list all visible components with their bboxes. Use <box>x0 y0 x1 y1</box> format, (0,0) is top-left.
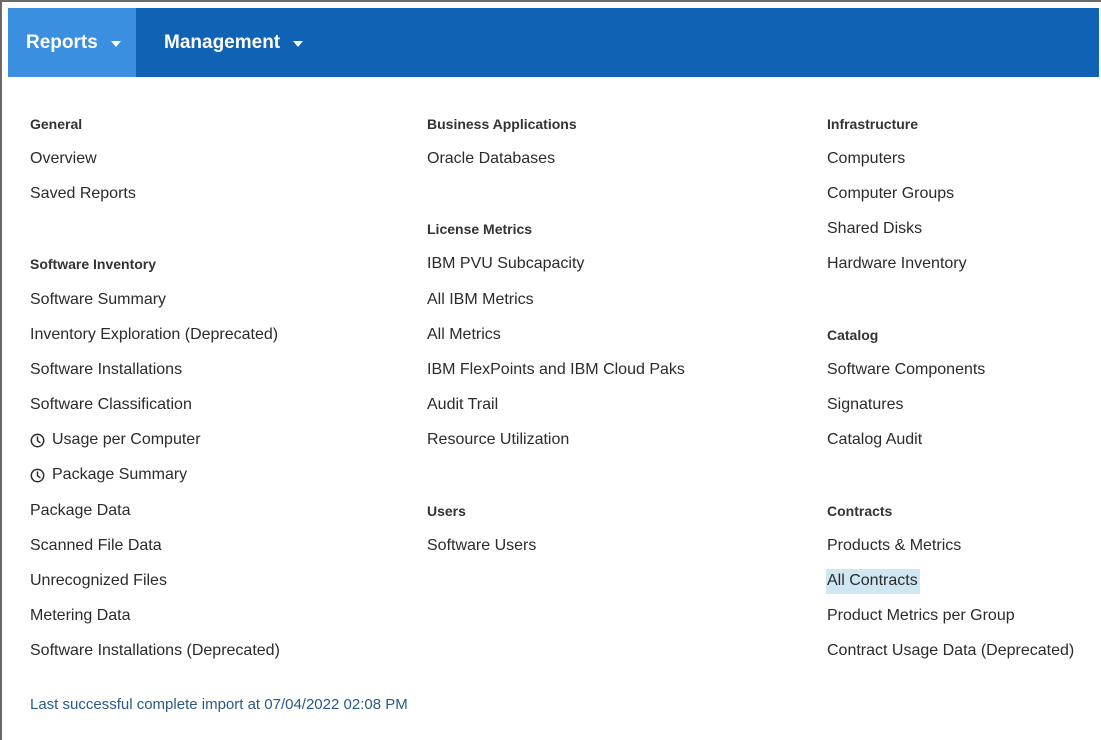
menu-item-usage-per-computer[interactable]: Usage per Computer <box>30 423 280 458</box>
menu-item-metering-data[interactable]: Metering Data <box>30 599 280 634</box>
menu-item-all-ibm-metrics[interactable]: All IBM Metrics <box>427 282 685 317</box>
menu-item-all-contracts[interactable]: All Contracts <box>826 563 1074 598</box>
section-heading-users: Users <box>427 502 466 519</box>
menu-item-label: All Contracts <box>826 568 920 594</box>
management-menu-label: Management <box>164 31 281 53</box>
section-heading-catalog: Catalog <box>827 326 879 343</box>
reports-menu-label: Reports <box>26 31 98 53</box>
menu-item-software-classification[interactable]: Software Classification <box>30 388 280 423</box>
caret-down-icon <box>293 40 304 47</box>
menu-item-resource-utilization[interactable]: Resource Utilization <box>427 423 685 458</box>
menu-item-all-metrics[interactable]: All Metrics <box>427 317 685 352</box>
menu-item-software-summary[interactable]: Software Summary <box>30 282 280 317</box>
clock-icon <box>30 433 45 448</box>
menu-item-audit-trail[interactable]: Audit Trail <box>427 388 685 423</box>
reports-column-1: General Overview Saved Reports Software … <box>30 106 280 669</box>
import-status-text: Last successful complete import at 07/04… <box>30 696 408 713</box>
menu-item-oracle-databases[interactable]: Oracle Databases <box>427 141 685 176</box>
section-heading-general: General <box>30 115 83 132</box>
menu-item-overview[interactable]: Overview <box>30 141 280 176</box>
menu-item-catalog-audit[interactable]: Catalog Audit <box>827 423 1074 458</box>
reports-menu-tab[interactable]: Reports <box>8 8 136 77</box>
menu-item-saved-reports[interactable]: Saved Reports <box>30 176 280 211</box>
menu-item-shared-disks[interactable]: Shared Disks <box>827 212 1074 247</box>
menu-item-ibm-flexpoints[interactable]: IBM FlexPoints and IBM Cloud Paks <box>427 352 685 387</box>
menu-item-computers[interactable]: Computers <box>827 141 1074 176</box>
menu-item-signatures[interactable]: Signatures <box>827 388 1074 423</box>
menu-item-label: Usage per Computer <box>52 431 201 449</box>
section-heading-business-applications: Business Applications <box>427 115 577 132</box>
section-heading-infrastructure: Infrastructure <box>827 115 919 132</box>
menu-item-computer-groups[interactable]: Computer Groups <box>827 176 1074 211</box>
menu-item-inventory-exploration[interactable]: Inventory Exploration (Deprecated) <box>30 317 280 352</box>
menu-item-ibm-pvu-subcapacity[interactable]: IBM PVU Subcapacity <box>427 247 685 282</box>
caret-down-icon <box>110 40 121 47</box>
reports-column-2: Business Applications Oracle Databases L… <box>427 106 685 563</box>
reports-column-3: Infrastructure Computers Computer Groups… <box>826 106 1074 669</box>
menu-item-package-summary[interactable]: Package Summary <box>30 458 280 493</box>
menu-item-contract-usage-data[interactable]: Contract Usage Data (Deprecated) <box>827 634 1074 669</box>
menu-item-hardware-inventory[interactable]: Hardware Inventory <box>827 247 1074 282</box>
menu-item-scanned-file-data[interactable]: Scanned File Data <box>30 528 280 563</box>
menu-item-product-metrics-per-group[interactable]: Product Metrics per Group <box>827 599 1074 634</box>
section-heading-software-inventory: Software Inventory <box>30 256 157 273</box>
menu-item-package-data[interactable]: Package Data <box>30 493 280 528</box>
menu-item-label: Package Summary <box>52 466 188 484</box>
menu-item-products-and-metrics[interactable]: Products & Metrics <box>827 528 1074 563</box>
section-heading-license-metrics: License Metrics <box>427 221 533 238</box>
menu-item-software-users[interactable]: Software Users <box>427 528 685 563</box>
clock-icon <box>30 468 45 483</box>
menu-item-software-installations[interactable]: Software Installations <box>30 352 280 387</box>
management-menu-tab[interactable]: Management <box>156 8 304 77</box>
menu-item-unrecognized-files[interactable]: Unrecognized Files <box>30 563 280 598</box>
menu-item-software-installations-deprecated[interactable]: Software Installations (Deprecated) <box>30 634 280 669</box>
section-heading-contracts: Contracts <box>827 502 893 519</box>
top-navigation-bar: Reports Management <box>8 8 1099 77</box>
menu-item-software-components[interactable]: Software Components <box>827 352 1074 387</box>
